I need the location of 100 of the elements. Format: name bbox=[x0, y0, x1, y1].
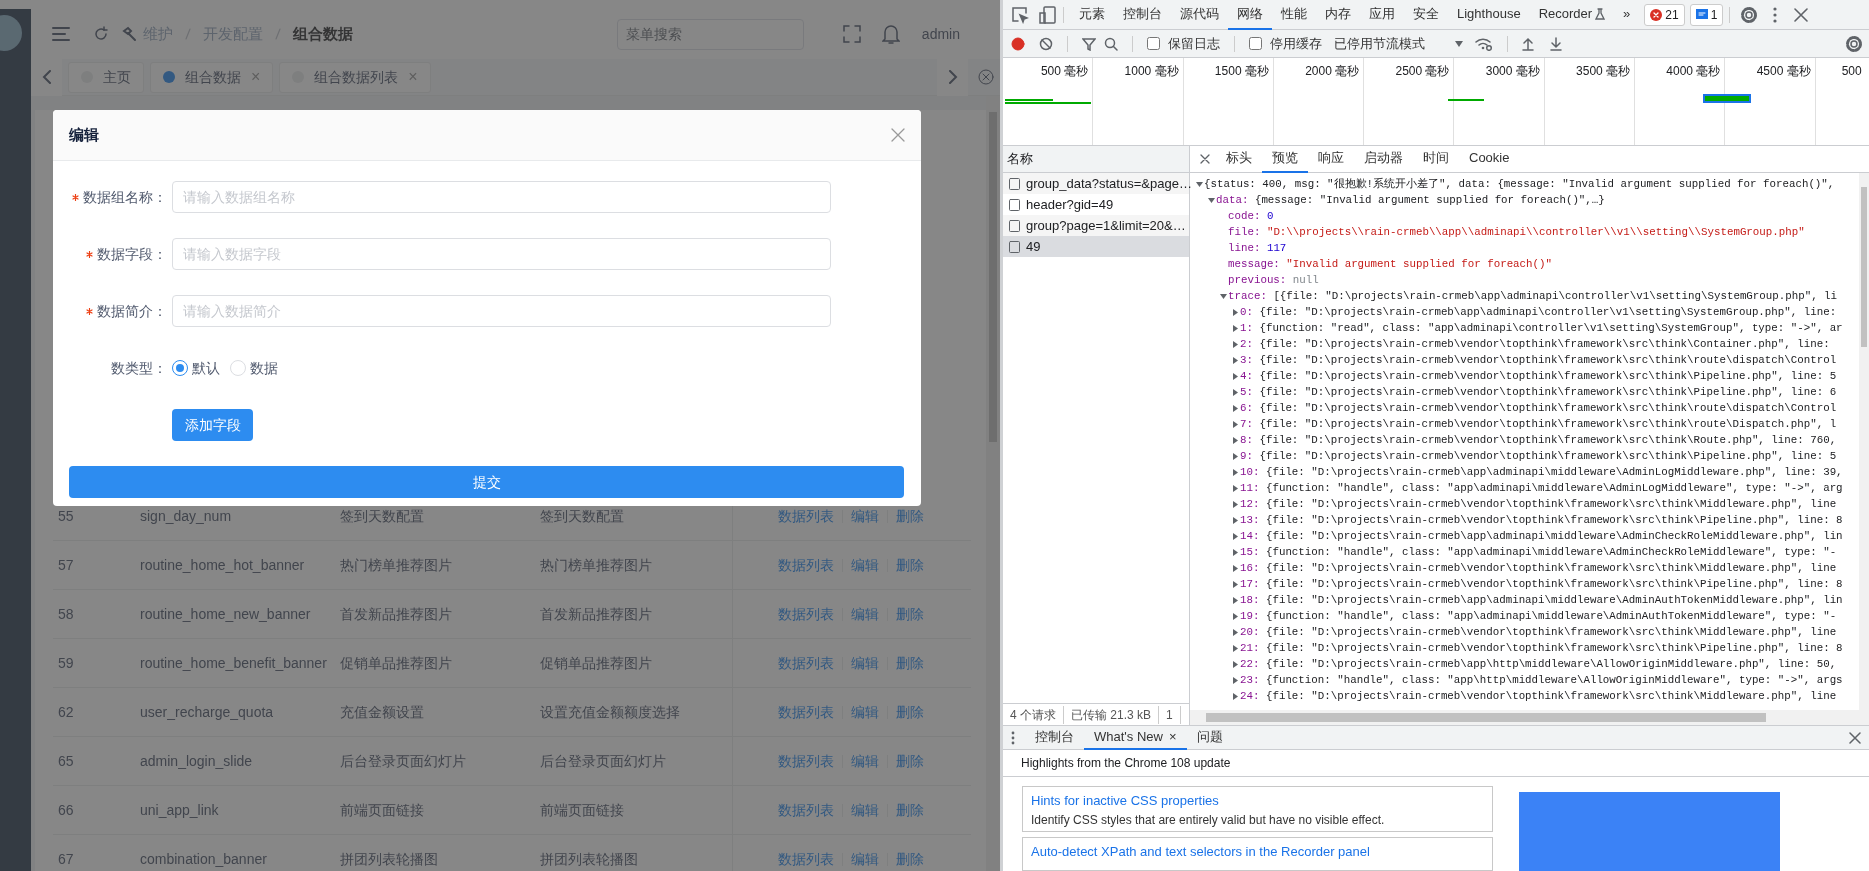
submit-button[interactable]: 提交 bbox=[69, 466, 904, 498]
request-row[interactable]: group_data?status=&page… bbox=[1003, 173, 1189, 194]
more-tabs-button[interactable]: » bbox=[1614, 0, 1640, 30]
clear-icon[interactable] bbox=[1039, 36, 1053, 51]
json-line: 24: {file: "D:\projects\rain-crmeb\vendor\topthink\framework\src\think\Middleware.php", line bbox=[1240, 688, 1837, 704]
detail-tab[interactable]: 标头 bbox=[1216, 145, 1262, 173]
collapsed-triangle-icon[interactable] bbox=[1231, 612, 1239, 620]
request-row[interactable]: 49 bbox=[1003, 236, 1189, 257]
page-tab[interactable]: 主页 bbox=[68, 61, 144, 93]
collapsed-triangle-icon[interactable] bbox=[1231, 676, 1239, 684]
bell-icon[interactable] bbox=[881, 23, 900, 45]
panel-tab[interactable]: 安全 bbox=[1404, 0, 1448, 30]
drawer-tab[interactable]: 问题 bbox=[1186, 725, 1233, 750]
error-count-badge[interactable]: 21 bbox=[1644, 3, 1685, 26]
search-icon[interactable] bbox=[1104, 36, 1118, 51]
collapsed-triangle-icon[interactable] bbox=[1231, 436, 1239, 444]
collapsed-triangle-icon[interactable] bbox=[1231, 468, 1239, 476]
panel-tab[interactable]: 源代码 bbox=[1171, 0, 1228, 30]
collapsed-triangle-icon[interactable] bbox=[1231, 308, 1239, 316]
collapsed-triangle-icon[interactable] bbox=[1231, 628, 1239, 636]
table-cell-text: 拼团列表轮播图 bbox=[539, 849, 639, 869]
add-field-button[interactable]: 添加字段 bbox=[172, 409, 253, 441]
close-icon[interactable] bbox=[1200, 154, 1210, 164]
scrollbar[interactable] bbox=[1190, 710, 1869, 725]
upload-icon[interactable] bbox=[1522, 36, 1534, 51]
collapsed-triangle-icon[interactable] bbox=[1231, 388, 1239, 396]
collapsed-triangle-icon[interactable] bbox=[1231, 452, 1239, 460]
menu-icon[interactable] bbox=[51, 26, 71, 42]
settings-icon[interactable] bbox=[1845, 34, 1863, 53]
input-field[interactable]: 请输入数据组名称 bbox=[172, 181, 831, 213]
panel-tab[interactable]: 性能 bbox=[1272, 0, 1316, 30]
filter-icon[interactable] bbox=[1082, 36, 1096, 51]
collapsed-triangle-icon[interactable] bbox=[1231, 500, 1239, 508]
detail-tab[interactable]: 时间 bbox=[1413, 145, 1459, 173]
error-count: 21 bbox=[1665, 6, 1679, 24]
detail-tab[interactable]: 启动器 bbox=[1354, 145, 1413, 173]
collapsed-triangle-icon[interactable] bbox=[1231, 532, 1239, 540]
panel-tab[interactable]: 内存 bbox=[1316, 0, 1360, 30]
refresh-icon[interactable] bbox=[93, 26, 109, 42]
close-icon[interactable] bbox=[891, 128, 905, 142]
panel-tab[interactable]: 控制台 bbox=[1114, 0, 1171, 30]
more-options-icon[interactable] bbox=[1011, 730, 1015, 745]
tab-close-button[interactable]: × bbox=[1168, 726, 1177, 747]
message-count-badge[interactable]: 1 bbox=[1689, 3, 1724, 26]
expanded-triangle-icon[interactable] bbox=[1219, 292, 1227, 300]
request-row[interactable]: header?gid=49 bbox=[1003, 194, 1189, 215]
close-icon[interactable] bbox=[1794, 7, 1809, 22]
collapsed-triangle-icon[interactable] bbox=[1231, 516, 1239, 524]
collapsed-triangle-icon[interactable] bbox=[1231, 484, 1239, 492]
throttle-dropdown[interactable]: 已停用节流模式 bbox=[1330, 33, 1467, 54]
detail-tab[interactable]: Cookie bbox=[1459, 145, 1520, 173]
page-tab[interactable]: 组合数据列表 × bbox=[279, 61, 431, 93]
detail-tab[interactable]: 响应 bbox=[1308, 145, 1354, 173]
record-button-icon[interactable] bbox=[1011, 36, 1025, 51]
collapsed-triangle-icon[interactable] bbox=[1231, 564, 1239, 572]
close-icon[interactable] bbox=[1849, 731, 1861, 744]
input-field[interactable]: 请输入数据字段 bbox=[172, 238, 831, 270]
detail-tab[interactable]: 预览 bbox=[1262, 145, 1308, 173]
feature-link[interactable]: Auto-detect XPath and text selectors in the Recorder panel bbox=[1031, 842, 1484, 862]
checkbox[interactable] bbox=[1147, 37, 1160, 50]
download-icon[interactable] bbox=[1550, 36, 1562, 51]
settings-icon[interactable] bbox=[1740, 5, 1759, 24]
checkbox-label[interactable]: 停用缓存 bbox=[1270, 33, 1322, 54]
collapsed-triangle-icon[interactable] bbox=[1231, 660, 1239, 668]
expanded-triangle-icon[interactable] bbox=[1195, 180, 1203, 188]
checkbox[interactable] bbox=[1249, 37, 1262, 50]
panel-tab[interactable]: Recorder bbox=[1529, 0, 1615, 30]
more-options-icon[interactable] bbox=[1772, 5, 1779, 24]
collapsed-triangle-icon[interactable] bbox=[1231, 596, 1239, 604]
collapsed-triangle-icon[interactable] bbox=[1231, 340, 1239, 348]
required-asterisk-icon bbox=[86, 250, 93, 258]
feature-link[interactable]: Hints for inactive CSS properties bbox=[1031, 791, 1484, 811]
drawer-tab[interactable]: What's New × bbox=[1084, 725, 1187, 750]
checkbox-label[interactable]: 保留日志 bbox=[1168, 33, 1220, 54]
radio-label[interactable]: 数据 bbox=[250, 357, 278, 379]
network-settings-icon[interactable] bbox=[1475, 36, 1493, 51]
scrollbar[interactable] bbox=[1859, 173, 1869, 710]
collapsed-triangle-icon[interactable] bbox=[1231, 548, 1239, 556]
user-name[interactable]: admin bbox=[921, 23, 960, 45]
collapsed-triangle-icon[interactable] bbox=[1231, 356, 1239, 364]
radio-label[interactable]: 默认 bbox=[192, 357, 220, 379]
collapsed-triangle-icon[interactable] bbox=[1231, 420, 1239, 428]
collapsed-triangle-icon[interactable] bbox=[1231, 692, 1239, 700]
drawer-tab[interactable]: 控制台 bbox=[1025, 725, 1084, 750]
feature-description: Identify CSS styles that are entirely valid but have no visible effect. bbox=[1031, 811, 1386, 829]
input-field[interactable]: 请输入数据简介 bbox=[172, 295, 831, 327]
close-all-icon[interactable] bbox=[978, 69, 994, 85]
request-row[interactable]: group?page=1&limit=20&… bbox=[1003, 215, 1189, 236]
device-icon[interactable] bbox=[1039, 5, 1057, 24]
panel-tab[interactable]: Lighthouse bbox=[1448, 0, 1530, 30]
panel-tab[interactable]: 元素 bbox=[1070, 0, 1114, 30]
page-tab[interactable]: 组合数据 × bbox=[150, 61, 274, 93]
expanded-triangle-icon[interactable] bbox=[1207, 196, 1215, 204]
collapsed-triangle-icon[interactable] bbox=[1231, 644, 1239, 652]
inspect-icon[interactable] bbox=[1011, 5, 1029, 24]
collapsed-triangle-icon[interactable] bbox=[1231, 404, 1239, 412]
collapsed-triangle-icon[interactable] bbox=[1231, 372, 1239, 380]
collapsed-triangle-icon[interactable] bbox=[1231, 580, 1239, 588]
collapsed-triangle-icon[interactable] bbox=[1231, 324, 1239, 332]
panel-tab[interactable]: 应用 bbox=[1360, 0, 1404, 30]
